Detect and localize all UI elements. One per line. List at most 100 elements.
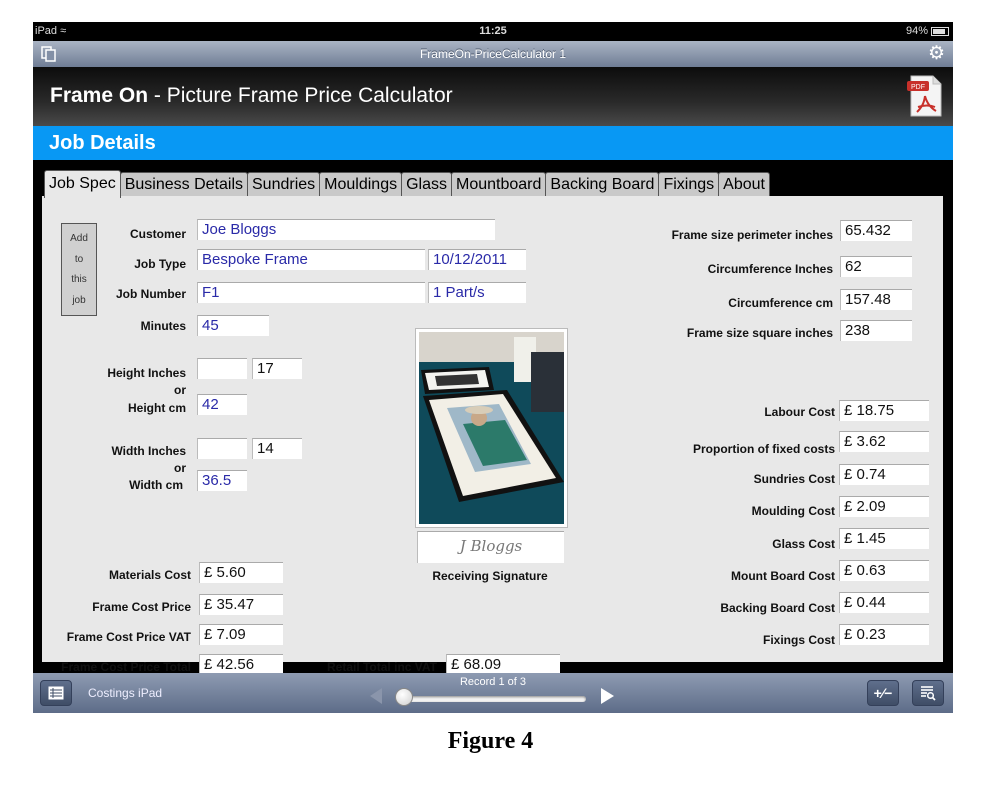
perimeter-inches-label: Frame size perimeter inches	[671, 228, 833, 242]
minutes-field[interactable]: 45	[197, 315, 269, 336]
title-bar: FrameOn-PriceCalculator 1 ⚙	[33, 41, 953, 67]
status-bar: iPad ≈ 11:25 94%	[33, 22, 953, 41]
fixings-cost-field[interactable]: £ 0.23	[839, 624, 929, 645]
framed-picture-illustration	[419, 332, 564, 524]
tab-job-spec[interactable]: Job Spec	[44, 170, 121, 198]
sundries-cost-label: Sundries Cost	[753, 472, 835, 486]
figure-caption: Figure 4	[447, 728, 534, 754]
mount-board-cost-field[interactable]: £ 0.63	[839, 560, 929, 581]
glass-cost-field[interactable]: £ 1.45	[839, 528, 929, 549]
perimeter-inches-field[interactable]: 65.432	[840, 220, 912, 241]
battery-icon	[931, 26, 949, 36]
moulding-cost-label: Moulding Cost	[751, 504, 835, 518]
minutes-label: Minutes	[140, 319, 186, 333]
backing-board-cost-field[interactable]: £ 0.44	[839, 592, 929, 613]
photo-image	[419, 332, 564, 524]
job-number-field[interactable]: F1	[197, 282, 425, 303]
retail-total-field[interactable]: £ 68.09	[446, 654, 560, 675]
new-record-button[interactable]: +⁄−	[867, 680, 899, 706]
or-label: or	[174, 461, 186, 475]
list-icon	[48, 686, 64, 700]
height-inches-field[interactable]: 17	[252, 358, 302, 379]
tab-sundries[interactable]: Sundries	[247, 172, 321, 197]
frame-photo[interactable]	[415, 328, 568, 528]
width-cm-field[interactable]: 36.5	[197, 470, 247, 491]
materials-cost-label: Materials Cost	[108, 568, 191, 582]
next-record-icon[interactable]	[601, 688, 614, 704]
retail-total-label: Retail Total inc VAT	[326, 660, 437, 674]
job-type-field[interactable]: Bespoke Frame	[197, 249, 425, 270]
gear-icon[interactable]: ⚙	[928, 44, 945, 63]
section-title: Job Details	[49, 132, 156, 154]
circumference-inches-label: Circumference Inches	[707, 262, 833, 276]
frame-cost-vat-field[interactable]: £ 7.09	[199, 624, 283, 645]
section-header: Job Details	[33, 126, 953, 160]
bottom-toolbar: Costings iPad Record 1 of 3 +⁄−	[33, 673, 953, 713]
width-inches-input[interactable]	[197, 438, 247, 459]
add-button-line: job	[72, 295, 86, 307]
frame-cost-price-field[interactable]: £ 35.47	[199, 594, 283, 615]
job-type-label: Job Type	[134, 257, 186, 271]
frame-cost-vat-label: Frame Cost Price VAT	[66, 630, 191, 644]
tab-about[interactable]: About	[718, 172, 770, 197]
job-number-label: Job Number	[115, 287, 186, 301]
fixed-costs-field[interactable]: £ 3.62	[839, 431, 929, 452]
circumference-cm-field[interactable]: 157.48	[840, 289, 912, 310]
previous-record-icon[interactable]	[370, 688, 382, 704]
pdf-export-icon[interactable]: PDF	[907, 74, 943, 118]
customer-field[interactable]: Joe Bloggs	[197, 219, 495, 240]
app-header: Frame On - Picture Frame Price Calculato…	[33, 67, 953, 126]
glass-cost-label: Glass Cost	[772, 537, 835, 551]
add-button-line: Add	[70, 232, 88, 244]
frame-cost-price-label: Frame Cost Price	[92, 600, 191, 614]
fixed-costs-label: Proportion of fixed costs	[692, 442, 835, 456]
labour-cost-field[interactable]: £ 18.75	[839, 400, 929, 421]
frame-cost-total-field[interactable]: £ 42.56	[199, 654, 283, 675]
labour-cost-label: Labour Cost	[764, 405, 835, 419]
tab-fixings[interactable]: Fixings	[658, 172, 720, 197]
record-slider[interactable]	[401, 696, 586, 702]
clock: 11:25	[479, 25, 507, 37]
add-button-line: to	[74, 253, 84, 265]
tab-business-details[interactable]: Business Details	[119, 172, 248, 197]
record-slider-handle[interactable]	[395, 688, 413, 706]
add-to-this-job-button[interactable]: Add to this job	[61, 223, 97, 316]
height-cm-field[interactable]: 42	[197, 394, 247, 415]
tab-backing-board[interactable]: Backing Board	[545, 172, 660, 197]
backing-board-cost-label: Backing Board Cost	[720, 601, 835, 615]
square-inches-field[interactable]: 238	[840, 320, 912, 341]
plus-minus-icon: +⁄−	[873, 685, 893, 701]
sundries-cost-field[interactable]: £ 0.74	[839, 464, 929, 485]
tab-bar: Job Spec Business Details Sundries Mould…	[44, 170, 770, 198]
signature-field[interactable]: J Bloggs	[417, 531, 564, 563]
app-title: Frame On - Picture Frame Price Calculato…	[50, 84, 453, 107]
tab-mouldings[interactable]: Mouldings	[319, 172, 403, 197]
layout-name: Costings iPad	[88, 686, 163, 700]
find-button[interactable]	[912, 680, 944, 706]
mount-board-cost-label: Mount Board Cost	[731, 569, 835, 583]
window-title: FrameOn-PriceCalculator 1	[419, 47, 567, 61]
job-spec-panel: Add to this job Customer Joe Bloggs Job …	[42, 196, 943, 675]
ipad-screen: iPad ≈ 11:25 94% FrameOn-PriceCalculator…	[33, 22, 953, 713]
record-counter: Record 1 of 3	[459, 676, 527, 688]
signature-label: Receiving Signature	[432, 569, 548, 583]
width-inches-field[interactable]: 14	[252, 438, 302, 459]
parts-field[interactable]: 1 Part/s	[428, 282, 526, 303]
or-label: or	[174, 383, 186, 397]
circumference-cm-label: Circumference cm	[728, 296, 833, 310]
materials-cost-field[interactable]: £ 5.60	[199, 562, 283, 583]
frame-cost-total-label: Frame Cost Price Total	[61, 660, 191, 674]
height-cm-label: Height cm	[127, 401, 186, 415]
moulding-cost-field[interactable]: £ 2.09	[839, 496, 929, 517]
fixings-cost-label: Fixings Cost	[762, 633, 835, 647]
width-inches-label: Width Inches	[111, 444, 186, 458]
circumference-inches-field[interactable]: 62	[840, 256, 912, 277]
job-date-field[interactable]: 10/12/2011	[428, 249, 526, 270]
tab-glass[interactable]: Glass	[401, 172, 452, 197]
find-records-icon	[921, 686, 936, 701]
width-cm-label: Width cm	[129, 478, 183, 492]
svg-text:PDF: PDF	[911, 84, 925, 91]
battery-status: 94%	[906, 25, 949, 37]
tab-mountboard[interactable]: Mountboard	[451, 172, 547, 197]
height-inches-input[interactable]	[197, 358, 247, 379]
